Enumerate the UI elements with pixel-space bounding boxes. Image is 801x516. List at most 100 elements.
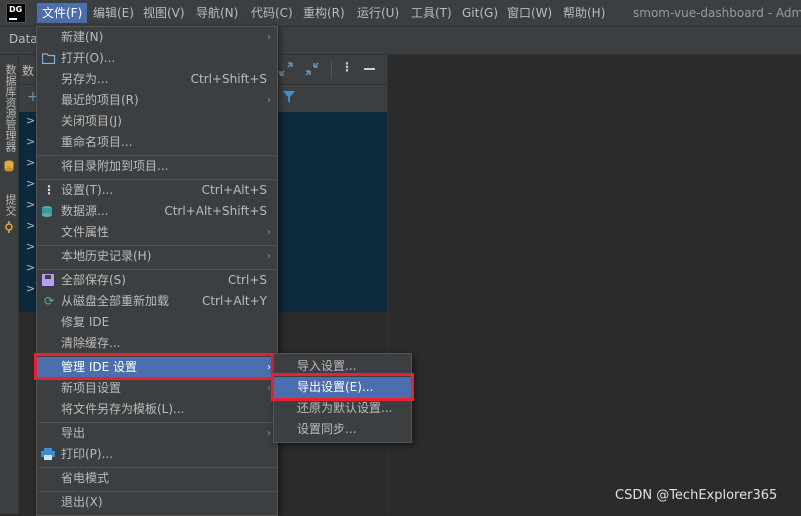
tree-node-toggle[interactable]: > [26, 261, 35, 274]
menu-git[interactable]: Git(G) [457, 3, 503, 23]
more-options-icon[interactable]: ⋮ [341, 60, 353, 74]
menu-navigate[interactable]: 导航(N) [191, 3, 243, 23]
menu-item-label: 还原为默认设置... [297, 401, 393, 415]
highlight-box [271, 373, 414, 401]
tool-tab-commit[interactable]: 提交 [2, 194, 18, 216]
tree-node-toggle[interactable]: > [26, 114, 35, 127]
menu-refactor[interactable]: 重构(R) [298, 3, 350, 23]
submenu-item-settings-sync[interactable]: 设置同步... [274, 419, 411, 440]
menu-item-save-all[interactable]: 全部保存(S) Ctrl+S [37, 270, 277, 291]
submenu-arrow-icon: › [267, 227, 271, 238]
menu-item-label: 从磁盘全部重新加载 [61, 294, 170, 308]
menu-file[interactable]: 文件(F) [37, 3, 88, 23]
filter-icon[interactable] [283, 91, 295, 103]
submenu-arrow-icon: › [267, 428, 271, 439]
commit-icon [5, 221, 13, 233]
tree-node-toggle[interactable]: > [26, 282, 35, 295]
tree-node-toggle[interactable]: > [26, 198, 35, 211]
menu-run[interactable]: 运行(U) [352, 3, 404, 23]
menu-tools[interactable]: 工具(T) [406, 3, 457, 23]
submenu-arrow-icon: › [267, 95, 271, 106]
editor-area [387, 55, 801, 514]
menu-item-label: 本地历史记录(H) [61, 249, 152, 263]
menu-item-repair-ide[interactable]: 修复 IDE [37, 312, 277, 333]
menu-item-new-project-settings[interactable]: 新项目设置 › [37, 378, 277, 399]
hide-panel-icon[interactable] [364, 68, 375, 70]
menu-item-invalidate-caches[interactable]: 清除缓存... [37, 333, 277, 354]
database-icon [4, 160, 14, 172]
menu-item-close-project[interactable]: 关闭项目(J) [37, 111, 277, 132]
menu-item-label: 重命名项目... [61, 135, 133, 149]
menu-item-label: 全部保存(S) [61, 273, 126, 287]
menu-item-label: 退出(X) [61, 495, 103, 509]
menu-item-data-sources[interactable]: 数据源... Ctrl+Alt+Shift+S [37, 201, 277, 222]
submenu-arrow-icon: › [267, 32, 271, 43]
file-menu-dropdown: 新建(N) › 打开(O)... 另存为... Ctrl+Shift+S 最近的… [36, 26, 278, 516]
menu-item-print[interactable]: 打印(P)... [37, 444, 277, 465]
print-icon [41, 448, 55, 460]
reload-icon: ⟳ [43, 294, 55, 308]
tree-node-toggle[interactable]: > [26, 219, 35, 232]
menu-item-label: 另存为... [61, 72, 109, 86]
menu-edit[interactable]: 编辑(E) [88, 3, 139, 23]
menu-item-label: 打印(P)... [61, 447, 114, 461]
menu-window[interactable]: 窗口(W) [502, 3, 557, 23]
menu-item-shortcut: Ctrl+Alt+S [201, 183, 267, 197]
settings-dots-icon: ⋮ [43, 183, 55, 197]
menu-item-rename-project[interactable]: 重命名项目... [37, 132, 277, 153]
menu-item-file-properties[interactable]: 文件属性 › [37, 222, 277, 243]
menu-item-label: 修复 IDE [61, 315, 110, 329]
app-logo: DG [6, 3, 26, 23]
menu-item-label: 打开(O)... [61, 51, 116, 65]
menu-item-label: 新项目设置 [61, 381, 122, 395]
menu-item-attach-directory[interactable]: 将目录附加到项目... [37, 156, 277, 177]
collapse-icon[interactable] [305, 62, 319, 76]
menu-item-open[interactable]: 打开(O)... [37, 48, 277, 69]
menu-item-power-save-mode[interactable]: 省电模式 [37, 468, 277, 489]
tree-node-toggle[interactable]: > [26, 156, 35, 169]
menu-item-settings[interactable]: ⋮ 设置(T)... Ctrl+Alt+S [37, 180, 277, 201]
menu-item-exit[interactable]: 退出(X) [37, 492, 277, 513]
menu-item-export[interactable]: 导出 › [37, 423, 277, 444]
menu-item-recent-projects[interactable]: 最近的项目(R) › [37, 90, 277, 111]
watermark: CSDN @TechExplorer365 [615, 488, 778, 503]
tree-node-toggle[interactable]: > [26, 177, 35, 190]
menu-item-reload-all[interactable]: ⟳ 从磁盘全部重新加载 Ctrl+Alt+Y [37, 291, 277, 312]
highlight-box [34, 353, 274, 380]
menu-item-shortcut: Ctrl+Shift+S [190, 72, 267, 86]
menu-help[interactable]: 帮助(H) [558, 3, 610, 23]
menu-item-new[interactable]: 新建(N) › [37, 27, 277, 48]
expand-icon[interactable] [279, 62, 293, 76]
submenu-item-restore-defaults[interactable]: 还原为默认设置... [274, 398, 411, 419]
tree-node-toggle[interactable]: > [26, 135, 35, 148]
datasource-icon [42, 206, 52, 217]
tool-tab-label: 提交 [4, 194, 17, 216]
menu-item-local-history[interactable]: 本地历史记录(H) › [37, 246, 277, 267]
menu-item-label: 关闭项目(J) [61, 114, 122, 128]
menu-item-shortcut: Ctrl+Alt+Shift+S [164, 204, 267, 218]
toolbar-divider [331, 60, 332, 78]
menu-item-label: 数据源... [61, 204, 109, 218]
menu-item-label: 省电模式 [61, 471, 110, 485]
save-icon [42, 274, 54, 286]
folder-icon [42, 53, 56, 64]
window-title: smom-vue-dashboard - Adm [633, 6, 801, 20]
menu-item-shortcut: Ctrl+Alt+Y [201, 294, 267, 308]
menu-item-label: 新建(N) [61, 30, 104, 44]
menu-item-label: 最近的项目(R) [61, 93, 139, 107]
menu-item-label: 设置(T)... [61, 183, 114, 197]
menu-code[interactable]: 代码(C) [246, 3, 298, 23]
menu-item-label: 清除缓存... [61, 336, 121, 350]
menu-item-save-as-template[interactable]: 将文件另存为模板(L)... [37, 399, 277, 420]
menu-item-shortcut: Ctrl+S [227, 273, 267, 287]
breadcrumb[interactable]: Data [9, 32, 38, 46]
menu-item-save-as[interactable]: 另存为... Ctrl+Shift+S [37, 69, 277, 90]
tool-tab-database-explorer[interactable]: 数据库资源管理器 [2, 64, 18, 152]
menu-view[interactable]: 视图(V) [138, 3, 190, 23]
tree-node-toggle[interactable]: > [26, 240, 35, 253]
menu-item-label: 将目录附加到项目... [61, 159, 169, 173]
menu-item-label: 将文件另存为模板(L)... [61, 402, 185, 416]
panel-title: 数 [22, 64, 35, 78]
menu-item-label: 导出 [61, 426, 86, 440]
tool-tab-label: 数据库资源管理器 [4, 64, 17, 152]
